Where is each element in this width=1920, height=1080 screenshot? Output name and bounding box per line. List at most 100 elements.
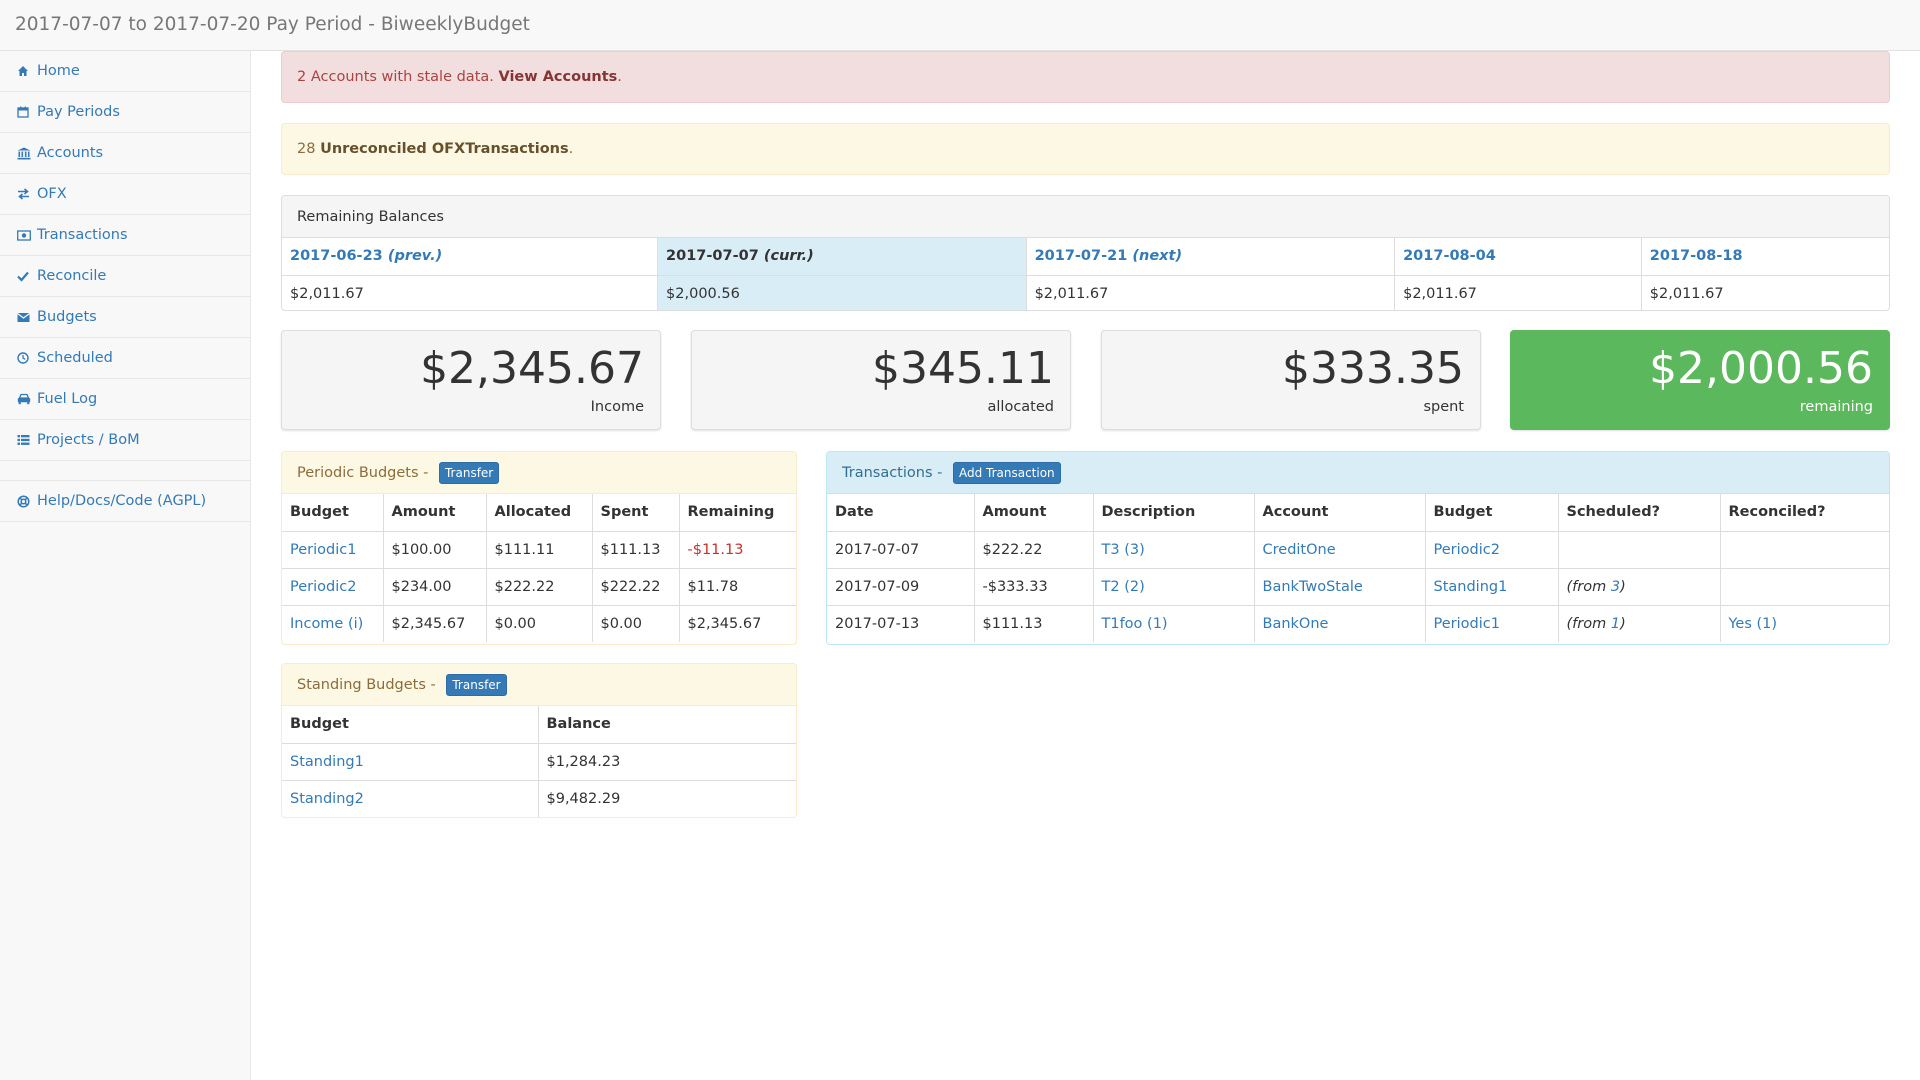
transaction-link[interactable]: T3 (3) xyxy=(1102,542,1145,558)
spent-cell: $222.22 xyxy=(591,567,679,605)
sidebar-item-label: Budgets xyxy=(37,309,97,325)
sidebar-item-transactions[interactable]: Transactions xyxy=(0,215,250,256)
column-header: Description xyxy=(1092,494,1254,531)
sidebar-item-home[interactable]: Home xyxy=(0,51,250,92)
description-cell[interactable]: T1foo (1) xyxy=(1092,604,1254,642)
period-link[interactable]: 2017-06-23 (prev.) xyxy=(290,248,442,264)
allocated-label: allocated xyxy=(987,399,1054,415)
budget-link[interactable]: Periodic2 xyxy=(290,579,356,595)
budget-link[interactable]: Periodic1 xyxy=(290,542,356,558)
reconciled-cell[interactable]: Yes (1) xyxy=(1719,604,1889,642)
budget-cell[interactable]: Periodic1 xyxy=(282,530,383,568)
amount-cell: $2,345.67 xyxy=(382,604,486,642)
period-link[interactable]: 2017-08-18 xyxy=(1650,248,1743,264)
add-transaction-button[interactable]: Add Transaction xyxy=(952,461,1061,484)
budget-cell[interactable]: Standing2 xyxy=(282,779,538,817)
remaining-value: $2,000.56 xyxy=(1649,343,1873,394)
income-value: $2,345.67 xyxy=(420,343,644,394)
sidebar-item-label: Scheduled xyxy=(37,350,113,366)
period-date: 2017-07-07 xyxy=(666,248,759,265)
account-cell[interactable]: CreditOne xyxy=(1253,530,1425,568)
transaction-link[interactable]: T1foo (1) xyxy=(1102,616,1168,632)
page-title[interactable]: 2017-07-07 to 2017-07-20 Pay Period - Bi… xyxy=(15,14,530,35)
panel-heading: Transactions - Add Transaction xyxy=(827,452,1889,494)
sidebar-item-projects[interactable]: Projects / BoM xyxy=(0,420,250,461)
remaining-cell: -$11.13 xyxy=(678,530,796,568)
allocated-value: $345.11 xyxy=(872,343,1054,394)
balance-value: $2,011.67 xyxy=(1394,274,1642,310)
sidebar-item-budgets[interactable]: Budgets xyxy=(0,297,250,338)
balance-value: $2,011.67 xyxy=(1025,274,1395,310)
sidebar-divider xyxy=(0,461,250,481)
sidebar-item-pay-periods[interactable]: Pay Periods xyxy=(0,92,250,133)
allocated-stat: $345.11 allocated xyxy=(691,330,1071,430)
table-row: Periodic2 $234.00 $222.22 $222.22 $11.78 xyxy=(282,567,796,605)
sidebar-item-label: Accounts xyxy=(37,145,104,161)
budget-cell[interactable]: Periodic2 xyxy=(282,567,383,605)
budget-cell[interactable]: Standing1 xyxy=(282,742,538,780)
account-link[interactable]: BankTwoStale xyxy=(1263,579,1363,595)
column-header: Budget xyxy=(290,716,349,733)
period-link[interactable]: 2017-08-04 xyxy=(1403,248,1496,264)
sidebar-item-reconcile[interactable]: Reconcile xyxy=(0,256,250,297)
standing-budgets-table: Budget Balance Standing1 $1,284.23 Stand… xyxy=(282,706,796,817)
view-accounts-link[interactable]: View Accounts xyxy=(498,69,617,85)
column-header: Budget xyxy=(290,504,349,521)
column-header: Remaining xyxy=(678,494,796,531)
check-icon xyxy=(17,270,37,282)
account-cell[interactable]: BankTwoStale xyxy=(1253,567,1425,605)
description-cell[interactable]: T3 (3) xyxy=(1092,530,1254,568)
scheduled-cell: (from 1) xyxy=(1557,604,1720,642)
spent-cell: $111.13 xyxy=(591,530,679,568)
remaining-cell: $11.78 xyxy=(678,567,796,605)
sidebar-item-label: Reconcile xyxy=(37,268,107,284)
period-prev[interactable]: 2017-06-23 (prev.) xyxy=(282,238,658,275)
budget-link[interactable]: Periodic2 xyxy=(1434,542,1500,558)
reconciled-cell xyxy=(1719,530,1889,568)
scheduled-link[interactable]: 3 xyxy=(1611,579,1620,595)
budget-cell[interactable]: Standing1 xyxy=(1424,567,1558,605)
sidebar-item-ofx[interactable]: OFX xyxy=(0,174,250,215)
unreconciled-link[interactable]: Unreconciled OFXTransactions xyxy=(320,141,569,157)
column-header: Scheduled? xyxy=(1557,494,1720,531)
budget-link[interactable]: Periodic1 xyxy=(1434,616,1500,632)
budget-link[interactable]: Standing2 xyxy=(290,791,364,807)
sidebar-item-scheduled[interactable]: Scheduled xyxy=(0,338,250,379)
description-cell[interactable]: T2 (2) xyxy=(1092,567,1254,605)
account-link[interactable]: BankOne xyxy=(1263,616,1329,632)
spent-value: $333.35 xyxy=(1282,343,1464,394)
standing-budgets-panel: Standing Budgets - Transfer Budget Balan… xyxy=(281,663,797,818)
standing-transfer-button[interactable]: Transfer xyxy=(446,673,507,696)
period-link[interactable]: 2017-07-21 (next) xyxy=(1035,248,1183,264)
amount-cell: -$333.33 xyxy=(973,567,1093,605)
budget-cell[interactable]: Periodic1 xyxy=(1424,604,1558,642)
period-future-1[interactable]: 2017-08-04 xyxy=(1394,238,1642,275)
sidebar-item-fuel-log[interactable]: Fuel Log xyxy=(0,379,250,420)
scheduled-link[interactable]: 1 xyxy=(1611,616,1620,632)
table-row: Standing1 $1,284.23 xyxy=(282,742,796,780)
table-row: 2017-07-09 -$333.33 T2 (2) BankTwoStale … xyxy=(827,567,1889,605)
reconciled-link[interactable]: Yes (1) xyxy=(1729,616,1778,632)
scheduled-cell xyxy=(1557,530,1720,568)
date-cell: 2017-07-13 xyxy=(827,604,974,642)
periodic-transfer-button[interactable]: Transfer xyxy=(438,461,500,484)
unreconciled-suffix: . xyxy=(568,141,574,157)
period-future-2[interactable]: 2017-08-18 xyxy=(1640,238,1889,275)
clock-icon xyxy=(17,352,37,364)
column-header: Date xyxy=(835,504,874,521)
table-header-row: Budget Balance xyxy=(282,706,796,743)
period-next[interactable]: 2017-07-21 (next) xyxy=(1025,238,1395,275)
budget-link[interactable]: Standing1 xyxy=(290,754,364,770)
panel-title: Periodic Budgets - xyxy=(297,464,433,481)
period-tag: (next) xyxy=(1132,248,1183,265)
account-cell[interactable]: BankOne xyxy=(1253,604,1425,642)
budget-link[interactable]: Standing1 xyxy=(1434,579,1508,595)
budget-cell[interactable]: Periodic2 xyxy=(1424,530,1558,568)
account-link[interactable]: CreditOne xyxy=(1263,542,1336,558)
sidebar-item-accounts[interactable]: Accounts xyxy=(0,133,250,174)
periodic-budgets-panel: Periodic Budgets - Transfer Budget Amoun… xyxy=(281,451,797,645)
budget-link[interactable]: Income (i) xyxy=(290,616,363,632)
budget-cell[interactable]: Income (i) xyxy=(282,604,383,642)
transaction-link[interactable]: T2 (2) xyxy=(1102,579,1145,595)
sidebar-item-help[interactable]: Help/Docs/Code (AGPL) xyxy=(0,481,250,522)
